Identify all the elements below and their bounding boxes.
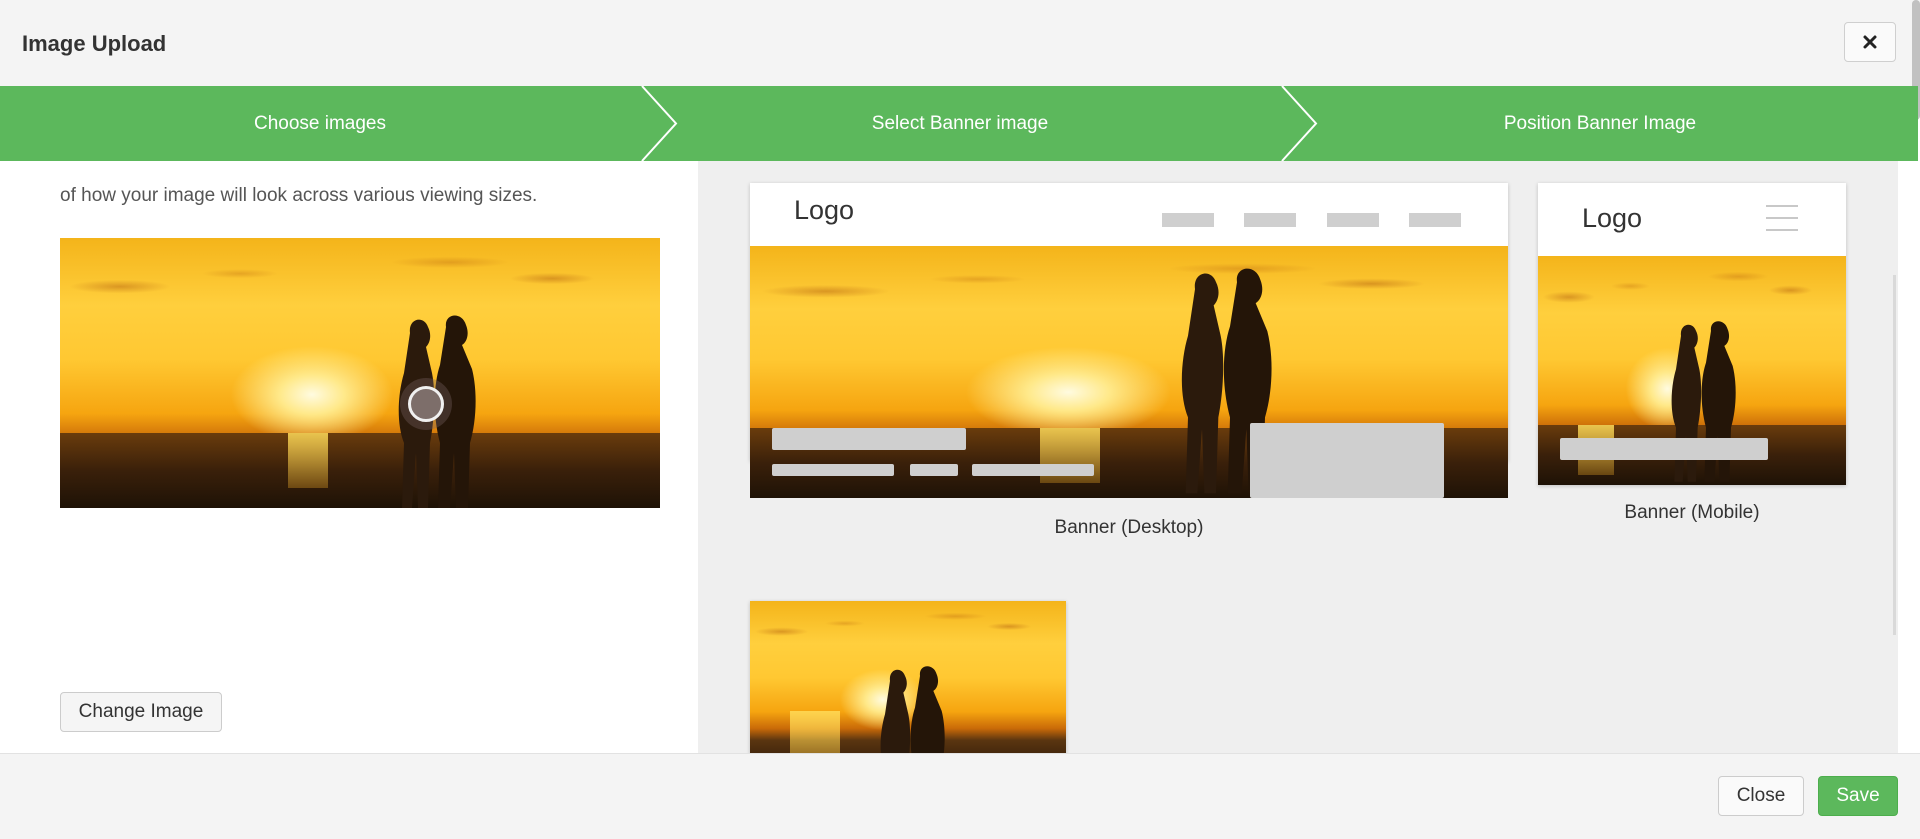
- text-placeholder: [910, 464, 958, 476]
- intro-text: of how your image will look across vario…: [60, 161, 660, 211]
- desktop-logo: Logo: [794, 195, 855, 225]
- step-choose-images[interactable]: Choose images: [0, 86, 640, 161]
- step-select-banner[interactable]: Select Banner image: [640, 86, 1280, 161]
- close-dialog-button[interactable]: [1844, 22, 1896, 62]
- nav-placeholder: [1327, 213, 1379, 227]
- mobile-logo: Logo: [1582, 203, 1643, 233]
- cta-placeholder: [1250, 423, 1444, 498]
- left-panel: of how your image will look across vario…: [0, 161, 698, 753]
- sea: [60, 433, 660, 508]
- sun-glint: [288, 433, 328, 488]
- focal-point-marker-icon: [408, 386, 444, 422]
- preview-panel: Logo Banner (Desktop) Logo Banner (Mobil…: [698, 161, 1898, 753]
- wizard-steps: Choose images Select Banner image Positi…: [0, 86, 1918, 161]
- nav-placeholder: [1244, 213, 1296, 227]
- step-position-banner[interactable]: Position Banner Image: [1280, 86, 1920, 161]
- dialog-footer: [0, 753, 1920, 839]
- mobile-preview: Logo: [1538, 183, 1846, 485]
- clouds: [60, 238, 660, 400]
- dialog-header: Image Upload: [0, 0, 1920, 120]
- text-placeholder: [972, 464, 1094, 476]
- save-button[interactable]: Save: [1818, 776, 1898, 816]
- uploaded-image[interactable]: [60, 238, 660, 508]
- change-image-button[interactable]: Change Image: [60, 692, 222, 732]
- preview-scrollbar[interactable]: [1893, 275, 1896, 635]
- dialog-title: Image Upload: [22, 31, 167, 56]
- sun-glint: [790, 711, 840, 753]
- nav-placeholder: [1409, 213, 1461, 227]
- headline-placeholder: [1560, 438, 1768, 460]
- tablet-banner-image: [750, 601, 1066, 753]
- nav-placeholder: [1162, 213, 1214, 227]
- desktop-preview: Logo: [750, 183, 1508, 498]
- mobile-banner-image: [1538, 256, 1846, 485]
- hamburger-menu-icon: [1766, 203, 1798, 233]
- mobile-caption: Banner (Mobile): [1624, 502, 1760, 523]
- close-button[interactable]: Close: [1718, 776, 1804, 816]
- focal-point-handle[interactable]: [400, 378, 452, 430]
- tablet-preview: [750, 601, 1066, 753]
- clouds: [750, 246, 1508, 398]
- desktop-banner-image: [750, 246, 1508, 498]
- intro-text-line: of how your image will look across vario…: [60, 185, 538, 206]
- close-icon: [1863, 35, 1877, 49]
- desktop-caption: Banner (Desktop): [1054, 517, 1204, 538]
- text-placeholder: [772, 464, 894, 476]
- couple-silhouette: [880, 666, 945, 753]
- headline-placeholder: [772, 428, 966, 450]
- intro-text-hidden-line: [60, 161, 660, 181]
